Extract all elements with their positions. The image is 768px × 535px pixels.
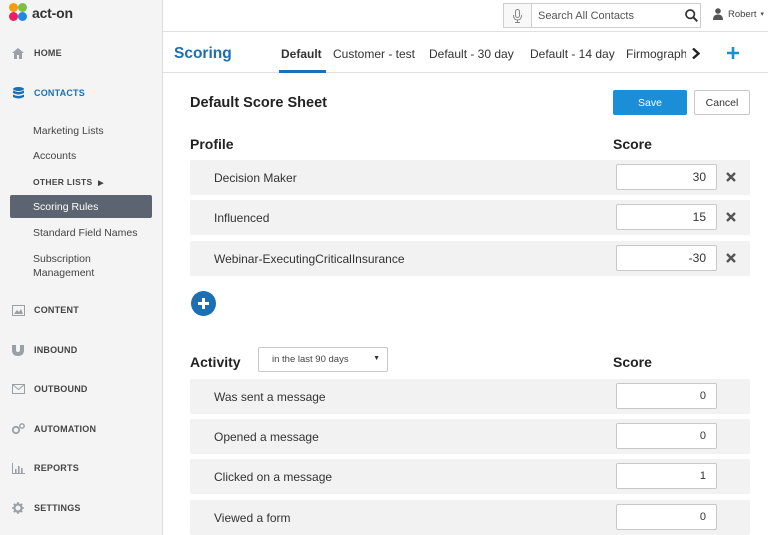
tab-firmographic-label: Firmographic [626, 47, 686, 61]
profile-score-input[interactable] [616, 245, 717, 271]
profile-score-input[interactable] [616, 164, 717, 190]
envelope-icon [11, 382, 25, 396]
subscription-line-2: Management [33, 267, 95, 279]
nav-outbound[interactable]: OUTBOUND [0, 374, 163, 404]
chevron-right-icon[interactable] [689, 43, 703, 63]
top-header: Robert ▾ [163, 0, 768, 32]
tab-firmographic[interactable]: Firmographic [626, 45, 686, 65]
search-icon[interactable] [681, 4, 701, 27]
tab-default-30-day[interactable]: Default - 30 day [429, 47, 514, 61]
add-tab-icon[interactable] [725, 43, 741, 63]
plus-icon [198, 298, 209, 309]
activity-row-label: Viewed a form [214, 511, 291, 525]
activity-row-label: Opened a message [214, 430, 319, 444]
user-icon [713, 8, 723, 20]
database-icon [11, 86, 25, 100]
logo-mark-icon [9, 3, 29, 23]
activity-row-label: Clicked on a message [214, 470, 333, 484]
save-button[interactable]: Save [613, 90, 687, 115]
nav-contacts-label: CONTACTS [34, 88, 85, 98]
sidebar-item-scoring-rules[interactable]: Scoring Rules [10, 195, 152, 218]
activity-row: Was sent a message [190, 379, 750, 414]
sidebar-item-subscription-management[interactable]: Subscription Management [33, 252, 94, 280]
activity-row: Viewed a form [190, 500, 750, 535]
sidebar-item-other-lists[interactable]: OTHER LISTS ▶ [33, 177, 104, 187]
caret-right-icon: ▶ [98, 180, 104, 187]
user-name: Robert [728, 8, 757, 20]
delete-icon[interactable] [724, 170, 738, 184]
sidebar: act-on HOME CONTACTS Marketing Lists Acc… [0, 0, 163, 535]
chevron-down-icon: ▾ [760, 11, 765, 18]
nav-home-label: HOME [34, 48, 62, 58]
nav-content-label: CONTENT [34, 305, 79, 315]
nav-reports-label: REPORTS [34, 463, 79, 473]
gears-icon [11, 422, 25, 436]
tab-default-14-day[interactable]: Default - 14 day [530, 47, 615, 61]
nav-automation[interactable]: AUTOMATION [0, 414, 163, 444]
profile-row: Influenced [190, 200, 750, 235]
tab-customer-test[interactable]: Customer - test [333, 47, 415, 61]
activity-period-select[interactable]: in the last 90 days ▼ [258, 347, 388, 372]
brand-name: act-on [32, 5, 73, 21]
profile-score-heading: Score [613, 136, 652, 152]
magnet-icon [11, 343, 25, 357]
nav-inbound-label: INBOUND [34, 345, 78, 355]
nav-outbound-label: OUTBOUND [34, 384, 88, 394]
nav-contacts[interactable]: CONTACTS [0, 78, 163, 108]
caret-down-icon: ▼ [373, 355, 380, 362]
activity-row-label: Was sent a message [214, 390, 326, 404]
profile-row-label: Decision Maker [214, 171, 297, 185]
nav-settings-label: SETTINGS [34, 503, 81, 513]
nav-inbound[interactable]: INBOUND [0, 335, 163, 365]
nav-settings[interactable]: SETTINGS [0, 493, 163, 523]
bar-chart-icon [11, 461, 25, 475]
cancel-button[interactable]: Cancel [694, 90, 750, 115]
activity-heading: Activity [190, 354, 241, 370]
score-sheet-title: Default Score Sheet [190, 95, 327, 111]
activity-score-input[interactable] [616, 463, 717, 489]
delete-icon[interactable] [724, 251, 738, 265]
brand-logo[interactable]: act-on [9, 2, 73, 24]
profile-row-label: Influenced [214, 211, 270, 225]
sidebar-item-accounts[interactable]: Accounts [33, 150, 76, 162]
activity-score-heading: Score [613, 354, 652, 370]
microphone-icon[interactable] [503, 3, 531, 28]
subscription-line-1: Subscription [33, 253, 91, 265]
nav-automation-label: AUTOMATION [34, 424, 97, 434]
nav-reports[interactable]: REPORTS [0, 453, 163, 483]
profile-heading: Profile [190, 136, 234, 152]
activity-row: Opened a message [190, 419, 750, 454]
sidebar-item-standard-field-names[interactable]: Standard Field Names [33, 227, 137, 239]
profile-row-label: Webinar-ExecutingCriticalInsurance [214, 252, 405, 266]
image-icon [11, 303, 25, 317]
profile-row: Webinar-ExecutingCriticalInsurance [190, 241, 750, 276]
other-lists-label: OTHER LISTS [33, 177, 93, 187]
delete-icon[interactable] [724, 210, 738, 224]
activity-score-input[interactable] [616, 504, 717, 530]
nav-home[interactable]: HOME [0, 38, 163, 68]
page-title: Scoring [174, 45, 232, 62]
user-menu[interactable]: Robert ▾ [713, 8, 764, 20]
home-icon [11, 46, 25, 60]
search-input[interactable] [531, 3, 701, 28]
add-profile-rule-button[interactable] [191, 291, 216, 316]
tab-bar: Scoring Default Customer - test Default … [163, 33, 768, 73]
activity-score-input[interactable] [616, 423, 717, 449]
activity-score-input[interactable] [616, 383, 717, 409]
sidebar-item-marketing-lists[interactable]: Marketing Lists [33, 125, 104, 137]
profile-row: Decision Maker [190, 160, 750, 195]
activity-period-value: in the last 90 days [272, 354, 349, 365]
active-tab-indicator [279, 70, 326, 73]
profile-score-input[interactable] [616, 204, 717, 230]
tab-default[interactable]: Default [281, 47, 322, 61]
activity-row: Clicked on a message [190, 459, 750, 494]
gear-icon [11, 501, 25, 515]
nav-content[interactable]: CONTENT [0, 295, 163, 325]
